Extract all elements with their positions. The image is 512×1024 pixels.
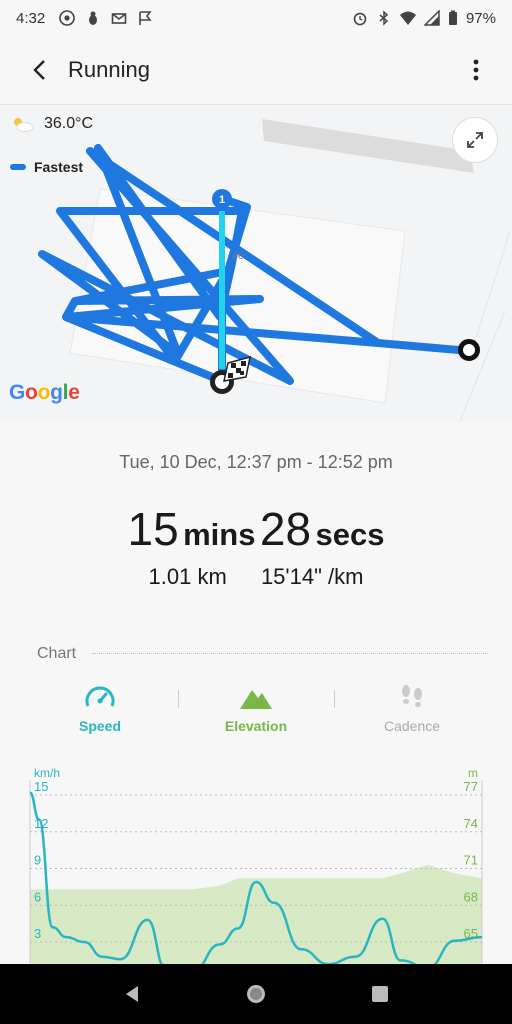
speed-tick-label: 9 (34, 853, 41, 868)
status-bar: 4:32 97% (0, 0, 512, 36)
more-vert-icon (473, 59, 479, 81)
legend-swatch (10, 164, 26, 170)
system-icons: 97% (352, 10, 496, 27)
speed-elevation-chart[interactable]: 15 7712 749 716 683 65 (0, 760, 512, 970)
tab-speed[interactable]: Speed (22, 684, 178, 744)
chart-tabs: Speed Elevation Cadence (22, 684, 490, 744)
end-marker (458, 339, 480, 361)
signal-icon (423, 10, 440, 26)
battery-icon (448, 10, 457, 25)
bluetooth-icon (379, 10, 389, 26)
workout-stats: 1.01 km 15'14" /km (0, 564, 512, 590)
map-road (262, 119, 474, 173)
alarm-icon (353, 12, 367, 26)
mail-icon (111, 13, 127, 24)
legend-label: Fastest (34, 159, 84, 175)
elevation-tick-label: 71 (464, 853, 478, 868)
tab-elevation[interactable]: Elevation (178, 684, 334, 744)
partly-sunny-icon (14, 118, 34, 132)
route-map[interactable]: 1 40 36.0°C Fastest Google (0, 104, 512, 422)
map-legend: Fastest (10, 159, 83, 175)
speed-tick-label: 3 (34, 926, 41, 941)
tab-cadence-label: Cadence (383, 718, 441, 734)
back-nav-icon (126, 986, 138, 1002)
chrome-icon (59, 10, 76, 26)
speedometer-icon (85, 686, 115, 707)
temperature: 36.0°C (44, 115, 94, 132)
workout-duration: 15 mins 28 secs (0, 502, 512, 556)
home-nav-icon (247, 985, 265, 1003)
status-time: 4:32 (16, 9, 46, 27)
tab-cadence[interactable]: Cadence (334, 684, 490, 744)
tab-elevation-label: Elevation (224, 718, 288, 734)
pace-value: 15'14" /km (260, 564, 364, 589)
elevation-tick-label: 77 (464, 779, 478, 794)
footprints-icon (402, 685, 422, 707)
route-overlay: 1 40 (38, 119, 511, 422)
mountain-icon (240, 690, 272, 709)
recents-nav-icon (372, 986, 388, 1002)
more-options-button[interactable] (462, 52, 490, 88)
system-nav-bar (0, 964, 512, 1024)
tab-speed-label: Speed (78, 718, 121, 734)
duration-seconds: 28 (259, 503, 312, 555)
chart-heading: Chart (37, 645, 77, 662)
start-marker-label: 1 (219, 194, 225, 206)
google-logo: Google (9, 381, 80, 404)
wifi-icon (399, 11, 416, 25)
duration-minutes-unit: mins (183, 517, 256, 552)
chevron-left-icon (33, 60, 45, 80)
elevation-tick-label: 74 (464, 816, 478, 831)
expand-icon (467, 132, 483, 148)
bug-icon (89, 11, 98, 25)
speed-tick-label: 6 (34, 889, 41, 904)
flag-icon (139, 11, 152, 25)
duration-seconds-unit: secs (315, 517, 385, 552)
battery-level: 97% (465, 9, 496, 27)
notification-icons (59, 10, 153, 26)
chart-divider (92, 653, 488, 654)
app-bar: Running (0, 36, 512, 104)
weather-info: 36.0°C (10, 115, 93, 133)
distance-marker-label: 40 (232, 250, 244, 262)
nav-recents-button[interactable] (360, 974, 400, 1014)
distance-value: 1.01 km (148, 564, 227, 589)
duration-minutes: 15 (127, 503, 179, 555)
page-title: Running (68, 57, 150, 82)
elevation-tick-label: 68 (464, 889, 478, 904)
expand-map-button[interactable] (452, 117, 498, 163)
nav-home-button[interactable] (236, 974, 276, 1014)
nav-back-button[interactable] (112, 974, 152, 1014)
back-button[interactable] (22, 52, 58, 88)
speed-tick-label: 15 (34, 779, 48, 794)
workout-date-range: Tue, 10 Dec, 12:37 pm - 12:52 pm (119, 452, 393, 472)
